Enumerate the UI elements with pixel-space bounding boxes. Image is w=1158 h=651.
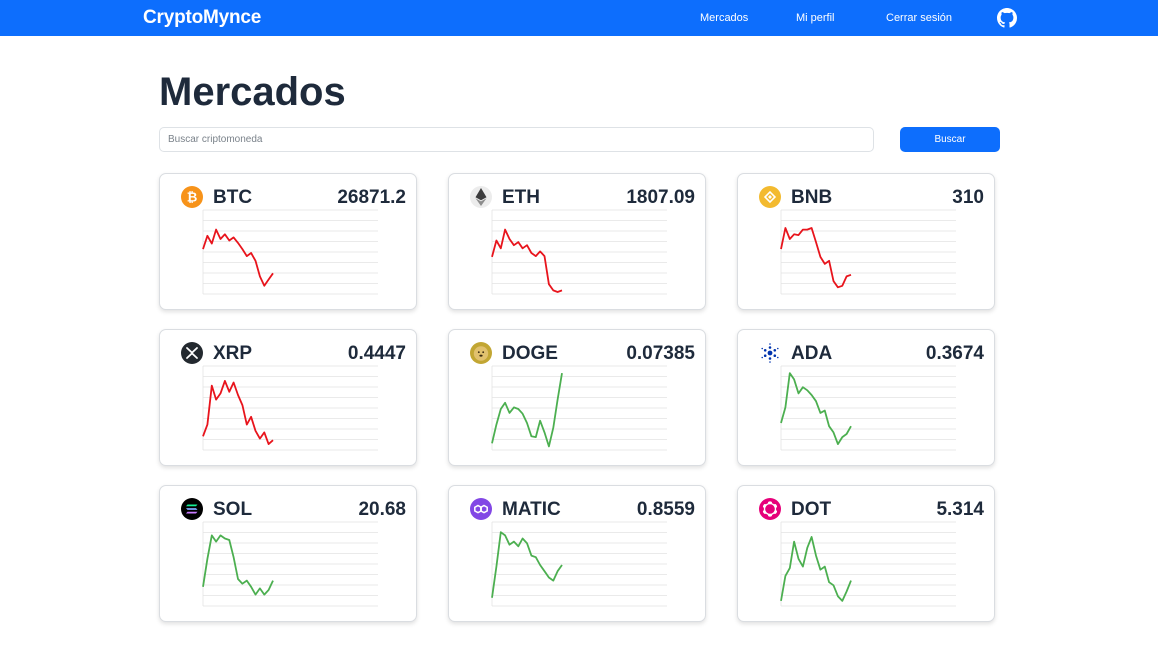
page-title: Mercados <box>159 70 346 114</box>
sparkline-line <box>780 227 852 289</box>
coin-card-btc[interactable]: ₿ BTC 26871.2 <box>159 173 417 310</box>
coin-card-ada[interactable]: ADA 0.3674 <box>737 329 995 466</box>
price-sparkline <box>491 521 667 607</box>
price-sparkline <box>780 209 956 295</box>
sparkline-line <box>202 534 274 596</box>
coin-card-dot[interactable]: DOT 5.314 <box>737 485 995 622</box>
search-button[interactable]: Buscar <box>900 127 1000 152</box>
coin-card-doge[interactable]: DOGE 0.07385 <box>448 329 706 466</box>
navbar: CryptoMynce Mercados Mi perfil Cerrar se… <box>0 0 1158 36</box>
price-sparkline <box>202 365 378 451</box>
coin-card-eth[interactable]: ETH 1807.09 <box>448 173 706 310</box>
coin-card-bnb[interactable]: BNB 310 <box>737 173 995 310</box>
sparkline-line <box>491 372 563 448</box>
sparkline-line <box>780 535 852 602</box>
sparkline-line <box>202 379 274 445</box>
github-icon[interactable] <box>997 8 1017 28</box>
price-sparkline <box>780 365 956 451</box>
sparkline-line <box>491 531 563 598</box>
brand-logo[interactable]: CryptoMynce <box>143 7 261 29</box>
coin-card-matic[interactable]: MATIC 0.8559 <box>448 485 706 622</box>
search-input[interactable] <box>159 127 874 152</box>
svg-text:₿: ₿ <box>187 191 198 206</box>
nav-link-markets[interactable]: Mercados <box>700 12 748 24</box>
price-sparkline <box>202 521 378 607</box>
sparkline-line <box>491 228 563 293</box>
price-sparkline <box>202 209 378 295</box>
sparkline-line <box>780 372 852 445</box>
sparkline-line <box>202 228 274 287</box>
price-sparkline <box>780 521 956 607</box>
coin-card-sol[interactable]: SOL 20.68 <box>159 485 417 622</box>
price-sparkline <box>491 209 667 295</box>
nav-link-logout[interactable]: Cerrar sesión <box>886 12 952 24</box>
nav-link-profile[interactable]: Mi perfil <box>796 12 835 24</box>
coin-card-xrp[interactable]: XRP 0.4447 <box>159 329 417 466</box>
price-sparkline <box>491 365 667 451</box>
